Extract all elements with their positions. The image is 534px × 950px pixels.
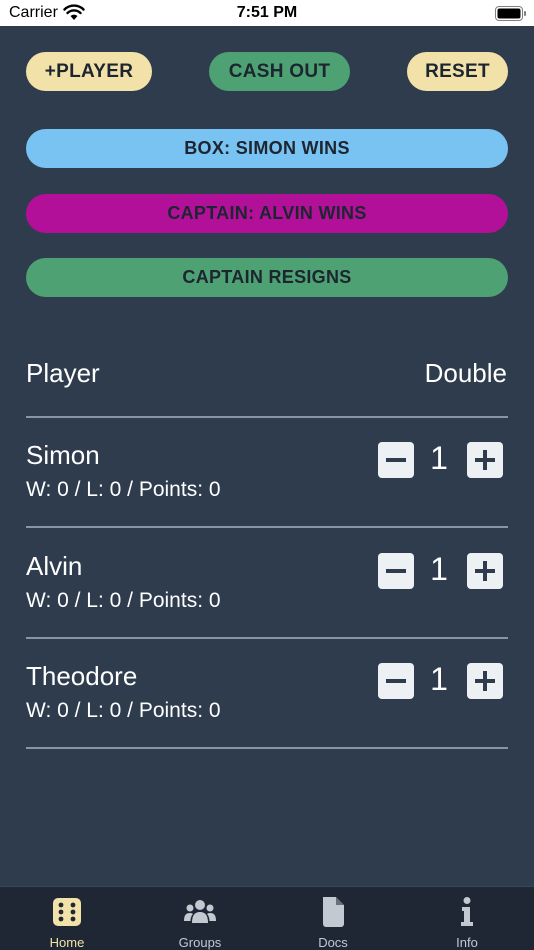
- tab-bar: Home Groups Docs Info: [0, 886, 534, 950]
- double-value: 1: [430, 440, 448, 476]
- captain-resigns-button[interactable]: CAPTAIN RESIGNS: [26, 258, 508, 297]
- status-bar: Carrier 7:51 PM: [0, 0, 534, 26]
- player-stats: W: 0 / L: 0 / Points: 0: [26, 589, 221, 612]
- plus-icon: [475, 671, 495, 691]
- increase-double-button[interactable]: [467, 442, 503, 478]
- plus-icon: [475, 450, 495, 470]
- player-name: Alvin: [26, 551, 83, 581]
- player-name: Theodore: [26, 661, 138, 691]
- player-row-simon: Simon W: 0 / L: 0 / Points: 0 1: [0, 440, 534, 550]
- player-stats: W: 0 / L: 0 / Points: 0: [26, 699, 221, 722]
- decrease-double-button[interactable]: [378, 553, 414, 589]
- player-row-alvin: Alvin W: 0 / L: 0 / Points: 0 1: [0, 551, 534, 661]
- decrease-double-button[interactable]: [378, 663, 414, 699]
- header-divider: [26, 416, 508, 418]
- document-icon: [323, 897, 344, 927]
- player-name: Simon: [26, 440, 100, 470]
- increase-double-button[interactable]: [467, 553, 503, 589]
- clock-label: 7:51 PM: [236, 4, 298, 21]
- dice-icon: [53, 898, 81, 926]
- tab-label: Info: [456, 935, 478, 950]
- battery-icon: [495, 6, 526, 21]
- add-player-button[interactable]: +PLAYER: [26, 52, 152, 91]
- info-icon: [461, 897, 473, 926]
- captain-wins-button[interactable]: CAPTAIN: ALVIN WINS: [26, 194, 508, 233]
- decrease-double-button[interactable]: [378, 442, 414, 478]
- tab-docs[interactable]: Docs: [266, 887, 400, 950]
- double-column-header: Double: [424, 358, 507, 388]
- minus-icon: [386, 569, 406, 573]
- users-icon: [184, 900, 216, 923]
- tab-groups[interactable]: Groups: [133, 887, 267, 950]
- double-value: 1: [430, 551, 448, 587]
- tab-home[interactable]: Home: [0, 887, 134, 950]
- tab-label: Home: [49, 935, 85, 950]
- minus-icon: [386, 679, 406, 683]
- row-divider: [26, 637, 508, 639]
- player-stats: W: 0 / L: 0 / Points: 0: [26, 478, 221, 501]
- plus-icon: [475, 561, 495, 581]
- cash-out-button[interactable]: CASH OUT: [209, 52, 350, 91]
- row-divider: [26, 747, 508, 749]
- minus-icon: [386, 458, 406, 462]
- tab-label: Docs: [318, 935, 348, 950]
- double-value: 1: [430, 661, 448, 697]
- reset-button[interactable]: RESET: [407, 52, 508, 91]
- tab-label: Groups: [178, 935, 222, 950]
- player-column-header: Player: [26, 358, 100, 388]
- increase-double-button[interactable]: [467, 663, 503, 699]
- tab-info[interactable]: Info: [400, 887, 534, 950]
- box-wins-button[interactable]: BOX: SIMON WINS: [26, 129, 508, 168]
- row-divider: [26, 526, 508, 528]
- player-row-theodore: Theodore W: 0 / L: 0 / Points: 0 1: [0, 661, 534, 771]
